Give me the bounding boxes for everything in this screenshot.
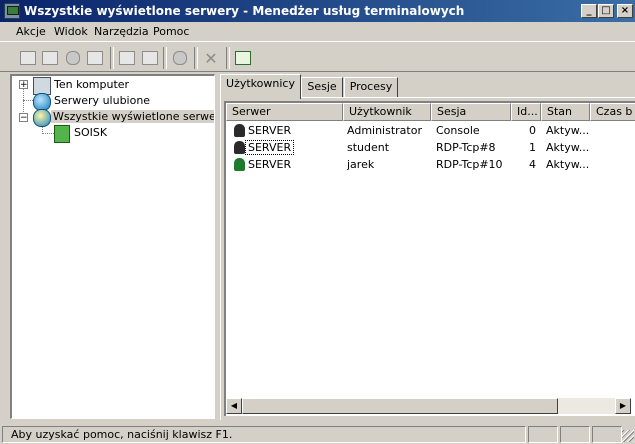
tree-item-wszystkie-serwery[interactable]: Wszystkie wyświetlone serwery	[51, 110, 214, 123]
domain-server-icon	[54, 125, 70, 143]
collapse-toggle[interactable]: −	[19, 113, 28, 123]
cell-state: Aktyw...	[546, 141, 590, 154]
toolbar-separator	[226, 47, 230, 69]
maximize-button[interactable]: □	[598, 4, 614, 18]
cell-session: RDP-Tcp#10	[436, 158, 503, 171]
cell-server: SERVER	[248, 124, 292, 137]
scroll-left-icon[interactable]: ◀	[226, 398, 242, 414]
title-bar[interactable]: Wszystkie wyświetlone serwery - Menedżer…	[0, 0, 635, 22]
toolbar-separator	[110, 47, 114, 69]
cell-session: Console	[436, 124, 480, 137]
cell-id: 4	[529, 158, 536, 171]
status-panel	[528, 426, 558, 443]
tree-item-serwery-ulubione[interactable]: Serwery ulubione	[52, 94, 152, 107]
user-icon	[234, 124, 245, 137]
horizontal-scrollbar[interactable]: ◀ ▶	[226, 398, 631, 414]
cell-id: 0	[529, 124, 536, 137]
tab-uzytkownicy[interactable]: Użytkownicy	[220, 74, 301, 99]
expand-toggle[interactable]: +	[19, 80, 28, 90]
disconnect-icon[interactable]	[39, 47, 61, 69]
send-message-icon[interactable]	[62, 47, 84, 69]
reset-icon[interactable]	[116, 47, 138, 69]
menu-akcje[interactable]: Akcje	[16, 25, 46, 38]
server-tree[interactable]: + Ten komputer Serwery ulubione − Wszyst…	[10, 74, 215, 419]
tab-strip: Użytkownicy Sesje Procesy	[220, 74, 635, 99]
user-icon	[234, 158, 245, 171]
tree-item-soisk[interactable]: SOISK	[72, 126, 109, 139]
status-icon[interactable]	[139, 47, 161, 69]
column-header-stan[interactable]: Stan	[541, 103, 590, 121]
toolbar-separator	[163, 47, 167, 69]
end-process-icon[interactable]: ✕	[200, 47, 222, 69]
scroll-right-icon[interactable]: ▶	[615, 398, 631, 414]
column-header-uzytkownik[interactable]: Użytkownik	[343, 103, 431, 121]
column-header-czas[interactable]: Czas b	[590, 103, 635, 121]
users-list[interactable]: Serwer Użytkownik Sesja Id... Stan Czas …	[224, 101, 635, 416]
logoff-icon[interactable]	[169, 47, 191, 69]
cell-user: student	[347, 141, 390, 154]
scrollbar-thumb[interactable]	[242, 398, 558, 414]
tree-line	[42, 133, 54, 134]
column-header-sesja[interactable]: Sesja	[431, 103, 511, 121]
cell-user: jarek	[347, 158, 375, 171]
toolbar: ✕	[0, 41, 635, 72]
menu-widok[interactable]: Widok	[54, 25, 88, 38]
cell-server: SERVER	[244, 140, 295, 155]
column-header-serwer[interactable]: Serwer	[226, 103, 343, 121]
cell-session: RDP-Tcp#8	[436, 141, 496, 154]
cell-user: Administrator	[347, 124, 422, 137]
user-icon	[234, 141, 245, 154]
cell-server: SERVER	[248, 158, 292, 171]
tab-sesje[interactable]: Sesje	[301, 77, 343, 98]
status-text: Aby uzyskać pomoc, naciśnij klawisz F1.	[2, 426, 526, 443]
remote-control-icon[interactable]	[84, 47, 106, 69]
cell-id: 1	[529, 141, 536, 154]
resize-grip-icon[interactable]	[622, 430, 634, 442]
connect-icon[interactable]	[17, 47, 39, 69]
close-button[interactable]: ×	[617, 4, 633, 18]
tree-item-ten-komputer[interactable]: Ten komputer	[52, 78, 131, 91]
status-bar: Aby uzyskać pomoc, naciśnij klawisz F1.	[0, 424, 635, 444]
cell-state: Aktyw...	[546, 124, 590, 137]
status-panel	[592, 426, 622, 443]
table-row[interactable]: SERVER Administrator Console 0 Aktyw...	[226, 122, 635, 139]
toolbar-separator	[194, 47, 198, 69]
column-header-id[interactable]: Id...	[511, 103, 541, 121]
table-row[interactable]: SERVER student RDP-Tcp#8 1 Aktyw...	[226, 139, 635, 156]
refresh-icon[interactable]	[232, 47, 254, 69]
table-row[interactable]: SERVER jarek RDP-Tcp#10 4 Aktyw...	[226, 156, 635, 173]
menu-bar: Akcje Widok Narzędzia Pomoc	[0, 22, 635, 41]
menu-narzedzia[interactable]: Narzędzia	[94, 25, 149, 38]
cell-state: Aktyw...	[546, 158, 590, 171]
menu-pomoc[interactable]: Pomoc	[153, 25, 189, 38]
window-title: Wszystkie wyświetlone serwery - Menedżer…	[24, 4, 465, 18]
all-servers-globe-icon	[33, 109, 51, 127]
minimize-button[interactable]: _	[581, 4, 597, 18]
tree-line	[23, 100, 33, 101]
status-panel	[560, 426, 590, 443]
tab-procesy[interactable]: Procesy	[344, 77, 398, 98]
app-icon[interactable]	[4, 3, 20, 19]
